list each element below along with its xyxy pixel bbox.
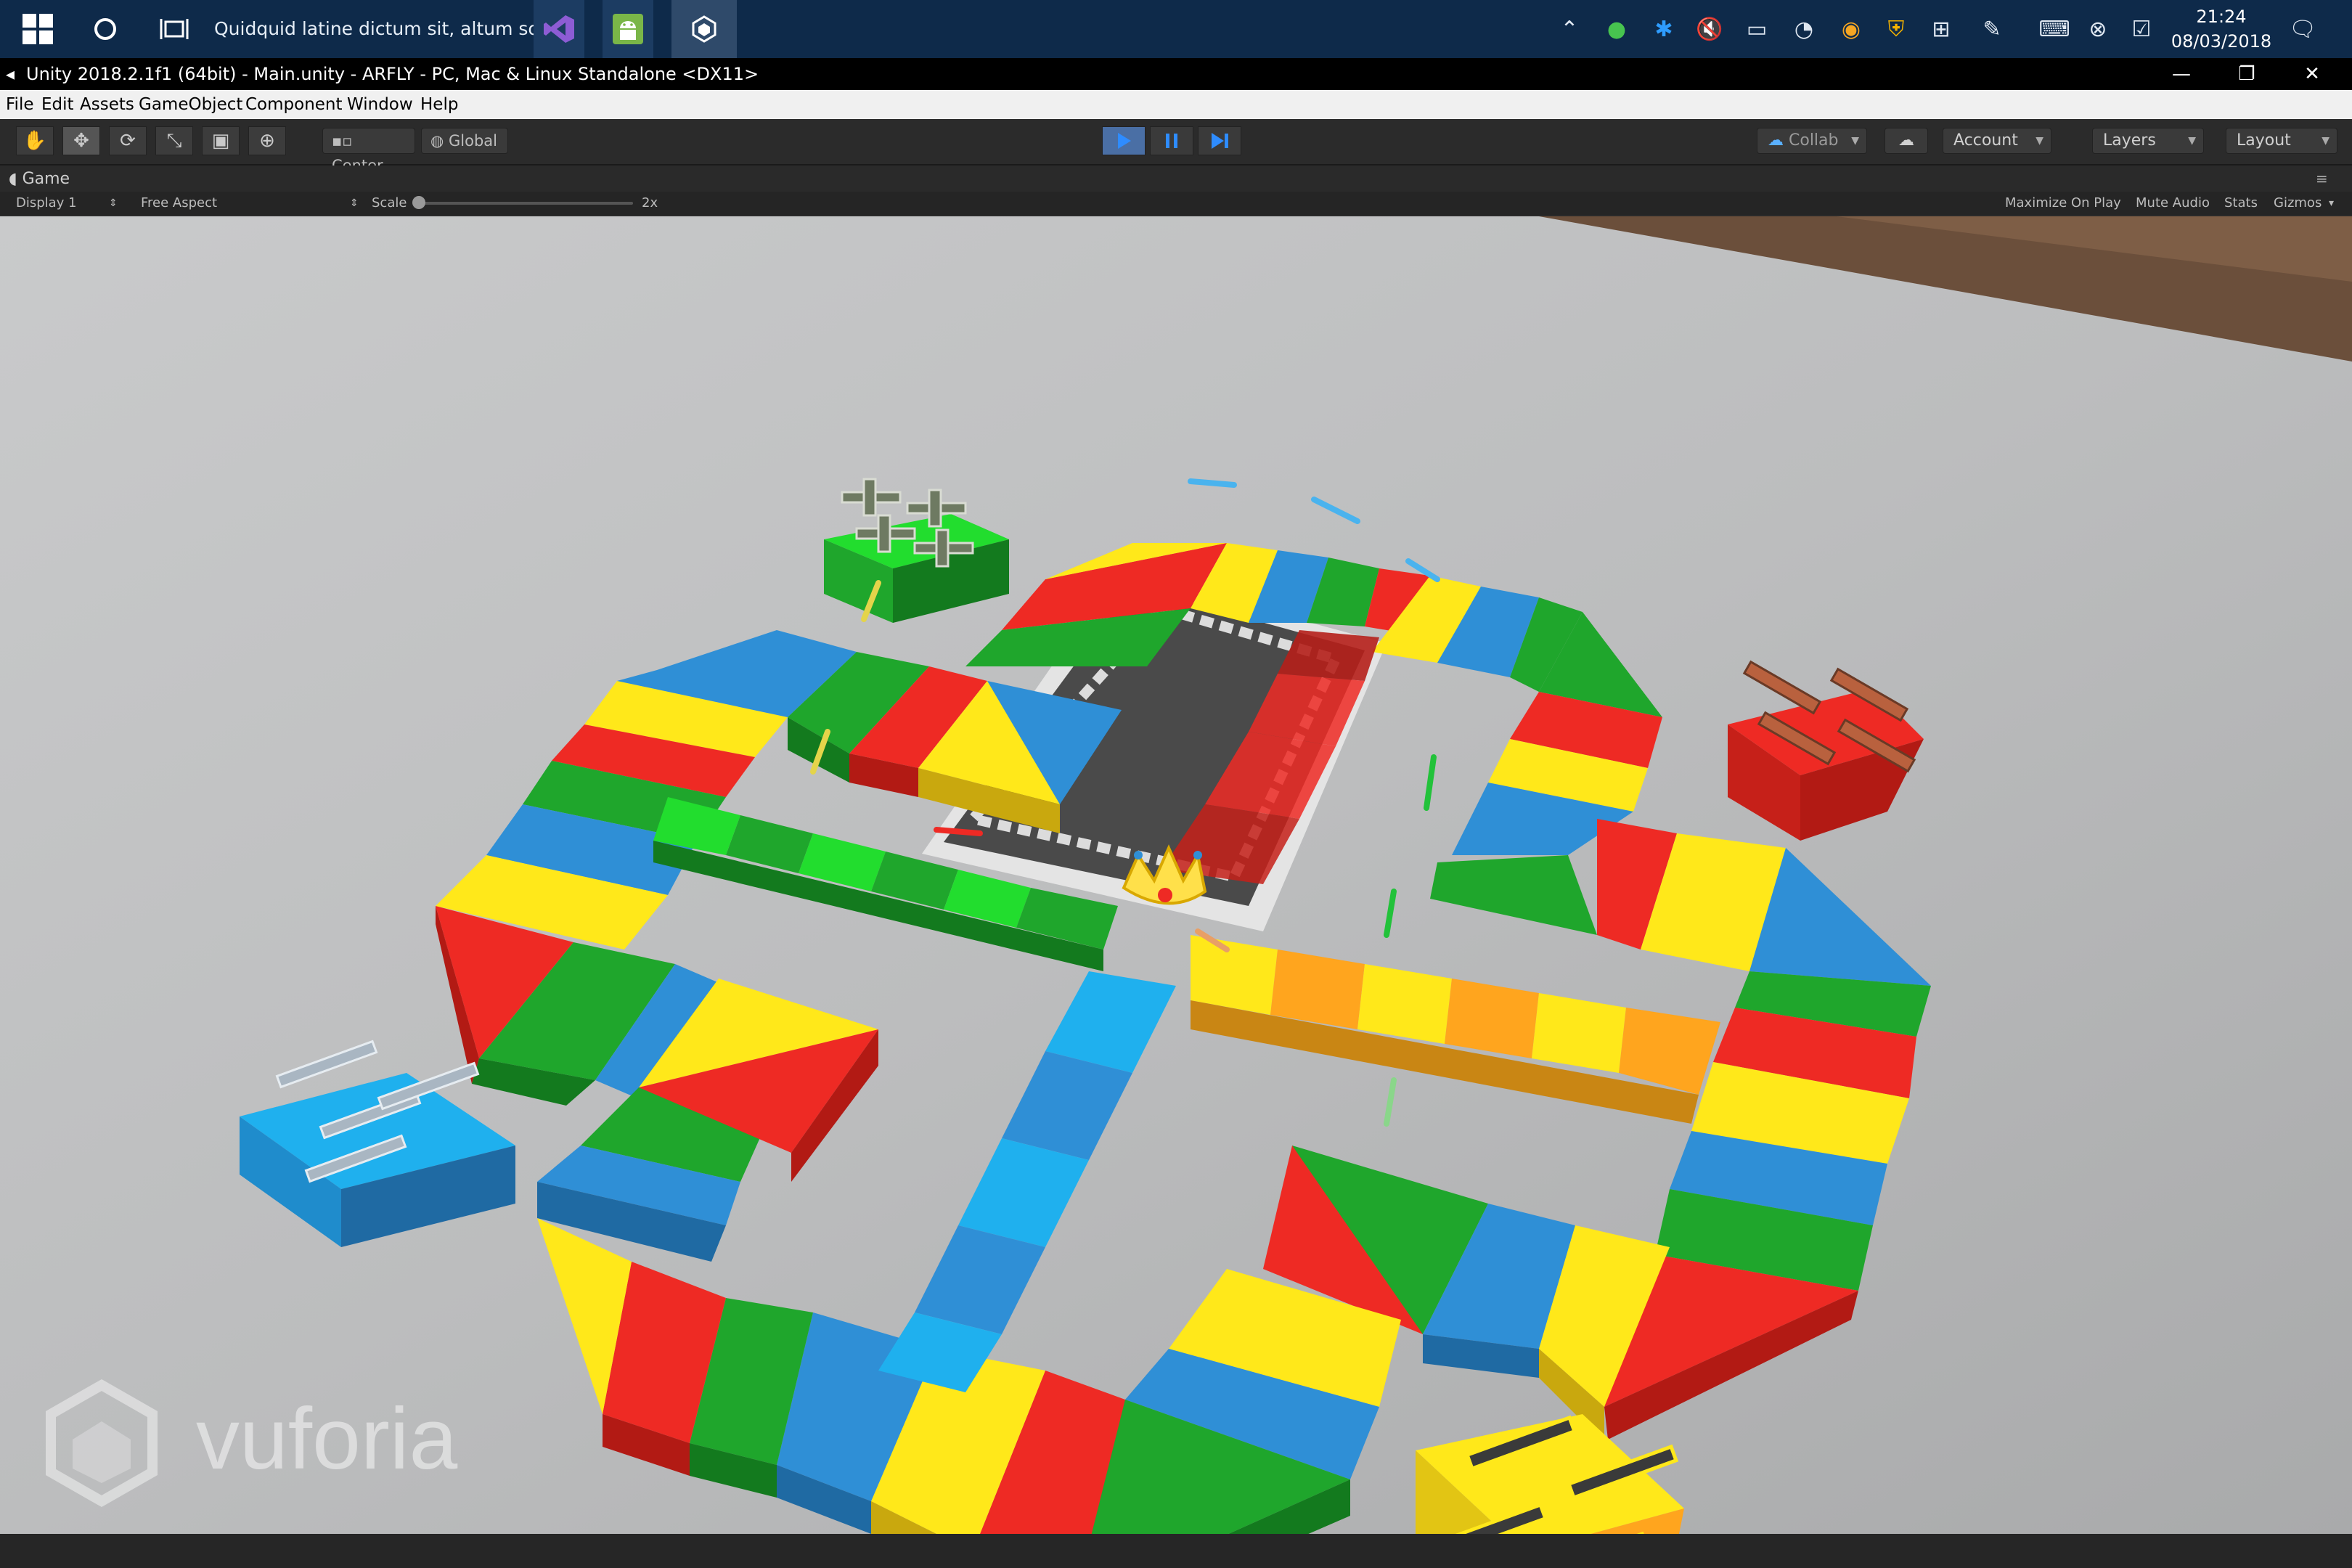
clock-date: 08/03/2018 xyxy=(2171,31,2272,52)
space-global-label: Global xyxy=(449,132,497,150)
display-dropdown[interactable]: Display 1 xyxy=(16,192,77,215)
cloud-upload-icon: ☁ xyxy=(1768,131,1789,150)
pivot-center-toggle[interactable]: ▪▫ Center xyxy=(322,128,415,174)
game-tab-label: Game xyxy=(22,170,70,188)
play-icon xyxy=(1118,133,1131,149)
game-view-controls: Display 1 ⇕ Free Aspect ⇕ Scale 2x Maxim… xyxy=(0,192,2352,215)
mute-audio-toggle[interactable]: Mute Audio xyxy=(2136,192,2210,215)
move-tool-icon[interactable]: ✥ xyxy=(62,126,100,155)
pivot-icon: ▪▫ xyxy=(332,132,353,150)
mute-icon[interactable]: 🔇 xyxy=(1694,13,1726,45)
gizmos-caret-icon: ▾ xyxy=(2329,197,2335,209)
scale-tool-icon[interactable]: ⤡ xyxy=(155,126,193,155)
hand-tool-icon[interactable]: ✋ xyxy=(16,126,54,155)
collab-dropdown[interactable]: ☁ Collab ▼ xyxy=(1757,128,1867,154)
scale-slider-track[interactable] xyxy=(415,202,633,205)
vuforia-watermark-text: vuforia xyxy=(196,1390,457,1487)
layers-dropdown[interactable]: Layers ▼ xyxy=(2092,128,2204,154)
close-icon[interactable]: ✕ xyxy=(2279,58,2345,90)
menu-bar: File Edit Assets GameObject Component Wi… xyxy=(0,90,2352,119)
menu-window[interactable]: Window xyxy=(347,90,413,119)
shield-icon[interactable]: ⛨ xyxy=(1880,13,1912,45)
clock-time: 21:24 xyxy=(2196,7,2247,27)
task-view-icon[interactable] xyxy=(152,0,196,58)
menu-gameobject[interactable]: GameObject xyxy=(139,90,242,119)
visual-studio-icon[interactable] xyxy=(534,0,584,58)
bluetooth-icon[interactable]: ✱ xyxy=(1648,13,1680,45)
layers-label: Layers xyxy=(2103,131,2156,150)
menu-assets[interactable]: Assets xyxy=(80,90,134,119)
android-icon[interactable] xyxy=(603,0,653,58)
game-view-header: ◖ Game ≡ Display 1 ⇕ Free Aspect ⇕ Scale… xyxy=(0,166,2352,216)
unity-toolbar: ✋ ✥ ⟳ ⤡ ▣ ⊕ ▪▫ Center ◍ Global ☁ Collab▼… xyxy=(0,119,2352,174)
unity-taskbar-icon[interactable] xyxy=(671,0,737,58)
pen-icon[interactable]: ✎ xyxy=(1976,13,2008,45)
windows-taskbar: Quidquid latine dictum sit, altum sonat … xyxy=(0,0,2352,58)
cortana-icon[interactable] xyxy=(83,0,127,58)
space-global-toggle[interactable]: ◍ Global xyxy=(421,128,508,154)
step-button[interactable] xyxy=(1198,126,1241,155)
menu-edit[interactable]: Edit xyxy=(41,90,74,119)
game-tab-icon: ◖ xyxy=(9,170,23,188)
layout-dropdown[interactable]: Layout ▼ xyxy=(2226,128,2337,154)
restore-icon[interactable]: ❐ xyxy=(2214,58,2279,90)
cloud-services-button[interactable]: ☁ xyxy=(1885,128,1928,154)
cloud-icon: ☁ xyxy=(1898,131,1914,150)
scale-label: Scale xyxy=(372,195,407,211)
ar-scene: vuforia xyxy=(0,216,2352,1534)
battery-icon[interactable]: ▭ xyxy=(1741,13,1773,45)
close-circle-icon[interactable]: ⊗ xyxy=(2082,13,2114,45)
play-button[interactable] xyxy=(1102,126,1146,155)
pause-button[interactable] xyxy=(1150,126,1193,155)
transform-tool-icon[interactable]: ⊕ xyxy=(248,126,286,155)
globe-icon: ◍ xyxy=(430,132,449,150)
plus-box-icon[interactable]: ⊞ xyxy=(1925,13,1957,45)
rotate-tool-icon[interactable]: ⟳ xyxy=(109,126,147,155)
step-icon xyxy=(1212,133,1228,149)
wifi-icon[interactable]: ◔ xyxy=(1788,13,1820,45)
notification-icon[interactable]: 🗨 xyxy=(2287,13,2319,45)
stats-toggle[interactable]: Stats xyxy=(2224,192,2258,215)
window-title: Unity 2018.2.1f1 (64bit) - Main.unity - … xyxy=(26,64,759,84)
menu-component[interactable]: Component xyxy=(245,90,343,119)
chrome-icon[interactable]: ◉ xyxy=(1835,13,1867,45)
rect-tool-icon[interactable]: ▣ xyxy=(202,126,240,155)
game-viewport[interactable]: vuforia xyxy=(0,216,2352,1534)
aspect-dropdown[interactable]: Free Aspect xyxy=(141,192,217,215)
unity-logo-icon: ◂ xyxy=(6,64,15,84)
pause-icon xyxy=(1166,134,1177,148)
account-dropdown[interactable]: Account ▼ xyxy=(1943,128,2051,154)
display-dropdown-arrows-icon: ⇕ xyxy=(109,197,118,209)
gizmos-dropdown[interactable]: Gizmos xyxy=(2274,192,2322,215)
system-clock[interactable]: 21:24 08/03/2018 xyxy=(2149,4,2294,54)
keyboard-icon[interactable]: ⌨ xyxy=(2038,13,2070,45)
search-box-text[interactable]: Quidquid latine dictum sit, altum sonat xyxy=(214,0,569,58)
window-title-bar: ◂ Unity 2018.2.1f1 (64bit) - Main.unity … xyxy=(0,58,2352,90)
aspect-dropdown-arrows-icon: ⇕ xyxy=(350,197,359,209)
layout-label: Layout xyxy=(2237,131,2291,150)
tab-menu-icon[interactable]: ≡ xyxy=(2316,170,2328,187)
chevron-up-icon[interactable]: ⌃ xyxy=(1553,13,1585,45)
game-tab[interactable]: ◖ Game xyxy=(9,168,70,190)
scale-value: 2x xyxy=(642,195,658,211)
scale-slider-handle[interactable] xyxy=(412,196,425,209)
windows-start-icon[interactable] xyxy=(16,0,60,58)
game-view-bottom-bar xyxy=(0,1534,2352,1568)
menu-file[interactable]: File xyxy=(6,90,34,119)
wechat-icon[interactable]: ● xyxy=(1601,13,1633,45)
menu-help[interactable]: Help xyxy=(420,90,458,119)
collab-label: Collab xyxy=(1789,131,1839,150)
minimize-icon[interactable]: — xyxy=(2149,58,2214,90)
maximize-on-play-toggle[interactable]: Maximize On Play xyxy=(2005,192,2121,215)
account-label: Account xyxy=(1953,131,2018,150)
